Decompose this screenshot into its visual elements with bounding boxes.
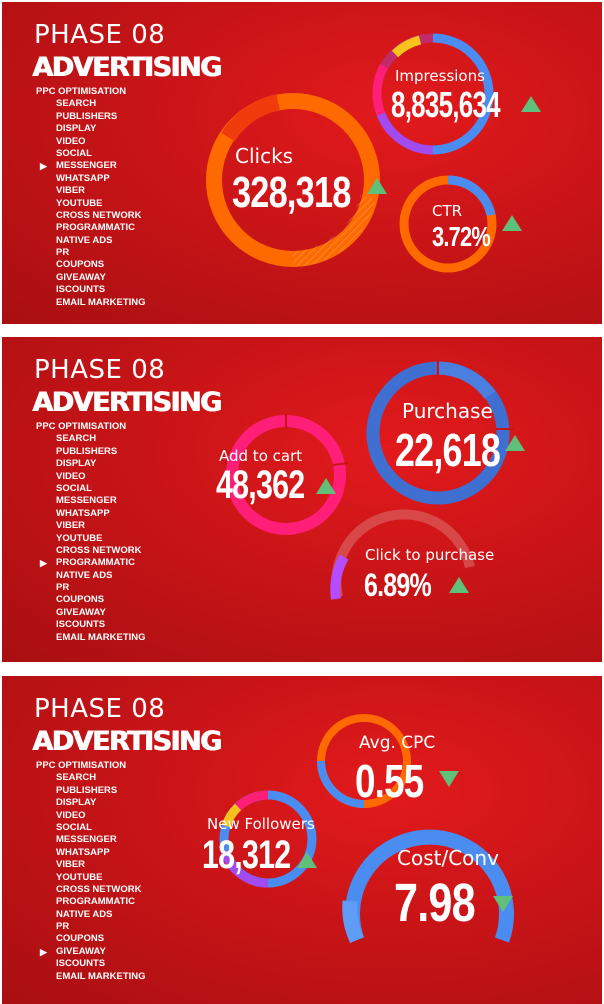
menu-item[interactable]: PR [36, 247, 146, 259]
menu-item[interactable]: EMAIL MARKETING [36, 971, 146, 983]
cost-conv-value: 7.98 [394, 873, 476, 933]
purchase-trend-up-icon [505, 435, 525, 451]
menu-item[interactable]: WHATSAPP [36, 508, 146, 520]
menu-item[interactable]: DISPLAY [36, 458, 146, 470]
ctr-label: CTR [432, 202, 463, 220]
avg-cpc-value: 0.55 [355, 755, 424, 807]
click-to-purchase-value: 6.89% [364, 567, 432, 603]
channel-menu: PPC OPTIMISATION SEARCH PUBLISHERS DISPL… [36, 760, 146, 983]
menu-item[interactable]: ISCOUNTS [36, 619, 146, 631]
menu-item[interactable]: VIBER [36, 185, 146, 197]
page-subtitle: ADVERTISING [32, 387, 222, 418]
menu-item[interactable]: EMAIL MARKETING [36, 297, 146, 309]
menu-item[interactable]: DISPLAY [36, 123, 146, 135]
menu-item[interactable]: PROGRAMMATIC [36, 896, 146, 908]
clicks-label: Clicks [235, 144, 294, 168]
menu-item[interactable]: GIVEAWAY [36, 272, 146, 284]
menu-item[interactable]: COUPONS [36, 594, 146, 606]
cost-conv-trend-down-icon [493, 896, 513, 912]
menu-item[interactable]: MESSENGER [36, 834, 146, 846]
menu-item[interactable]: VIBER [36, 520, 146, 532]
menu-item[interactable]: VIDEO [36, 136, 146, 148]
ctr-value: 3.72% [432, 221, 491, 252]
impressions-label: Impressions [395, 67, 485, 85]
menu-item[interactable]: NATIVE ADS [36, 235, 146, 247]
cost-conv-label: Cost/Conv [397, 846, 499, 870]
menu-item[interactable]: VIDEO [36, 471, 146, 483]
panel-2: PHASE 08 ADVERTISING PPC OPTIMISATION SE… [2, 337, 602, 662]
page-subtitle: ADVERTISING [32, 52, 222, 83]
page-title: PHASE 08 [34, 694, 166, 724]
menu-item[interactable]: ISCOUNTS [36, 958, 146, 970]
menu-item[interactable]: MESSENGER [36, 495, 146, 507]
menu-item[interactable]: CROSS NETWORK [36, 545, 146, 557]
purchase-value: 22,618 [395, 424, 501, 476]
menu-item[interactable]: ISCOUNTS [36, 284, 146, 296]
click-to-purchase-trend-up-icon [449, 577, 469, 593]
new-followers-trend-up-icon [297, 852, 317, 868]
avg-cpc-trend-down-icon [439, 771, 459, 787]
ctr-trend-up-icon [502, 215, 522, 231]
menu-item[interactable]: PUBLISHERS [36, 446, 146, 458]
menu-item[interactable]: DISPLAY [36, 797, 146, 809]
menu-item[interactable]: CROSS NETWORK [36, 884, 146, 896]
play-arrow-icon: ▶ [40, 946, 47, 957]
menu-item[interactable]: NATIVE ADS [36, 570, 146, 582]
menu-item[interactable]: VIDEO [36, 810, 146, 822]
menu-item[interactable]: SEARCH [36, 98, 146, 110]
menu-item[interactable]: PROGRAMMATIC [36, 222, 146, 234]
channel-menu: PPC OPTIMISATION SEARCH PUBLISHERS DISPL… [36, 421, 146, 644]
avg-cpc-label: Avg. CPC [359, 733, 436, 753]
menu-item[interactable]: NATIVE ADS [36, 909, 146, 921]
menu-item[interactable]: SEARCH [36, 772, 146, 784]
menu-item[interactable]: GIVEAWAY [36, 607, 146, 619]
menu-item[interactable]: COUPONS [36, 259, 146, 271]
menu-item[interactable]: SOCIAL [36, 148, 146, 160]
menu-item-selected[interactable]: ▶ MESSENGER [36, 160, 146, 172]
menu-item[interactable]: YOUTUBE [36, 198, 146, 210]
click-to-purchase-label: Click to purchase [365, 546, 495, 564]
menu-item[interactable]: SOCIAL [36, 483, 146, 495]
menu-item[interactable]: VIBER [36, 859, 146, 871]
menu-item[interactable]: PR [36, 582, 146, 594]
panel-3: PHASE 08 ADVERTISING PPC OPTIMISATION SE… [2, 676, 602, 1004]
impressions-trend-up-icon [521, 96, 541, 112]
menu-item[interactable]: PPC OPTIMISATION [36, 421, 146, 433]
add-to-cart-value: 48,362 [216, 463, 305, 507]
play-arrow-icon: ▶ [40, 558, 47, 569]
menu-item-selected[interactable]: ▶ GIVEAWAY [36, 946, 146, 958]
menu-item[interactable]: YOUTUBE [36, 533, 146, 545]
channel-menu: PPC OPTIMISATION SEARCH PUBLISHERS DISPL… [36, 86, 146, 309]
menu-item[interactable]: PPC OPTIMISATION [36, 86, 146, 98]
menu-item[interactable]: PR [36, 921, 146, 933]
menu-item[interactable]: SOCIAL [36, 822, 146, 834]
menu-item[interactable]: PPC OPTIMISATION [36, 760, 146, 772]
clicks-trend-up-icon [367, 178, 387, 194]
menu-item[interactable]: COUPONS [36, 933, 146, 945]
impressions-value: 8,835,634 [391, 84, 501, 125]
menu-item[interactable]: PUBLISHERS [36, 785, 146, 797]
page-subtitle: ADVERTISING [32, 726, 222, 757]
menu-item[interactable]: CROSS NETWORK [36, 210, 146, 222]
new-followers-label: New Followers [207, 815, 315, 833]
play-arrow-icon: ▶ [40, 161, 47, 172]
page-title: PHASE 08 [34, 20, 166, 50]
menu-item-selected[interactable]: ▶ PROGRAMMATIC [36, 557, 146, 569]
menu-item[interactable]: PUBLISHERS [36, 111, 146, 123]
page-title: PHASE 08 [34, 355, 166, 385]
purchase-label: Purchase [402, 399, 493, 423]
panel-1: PHASE 08 ADVERTISING PPC OPTIMISATION SE… [2, 2, 602, 324]
menu-item[interactable]: WHATSAPP [36, 173, 146, 185]
menu-item[interactable]: YOUTUBE [36, 872, 146, 884]
menu-item[interactable]: WHATSAPP [36, 847, 146, 859]
clicks-value: 328,318 [232, 168, 351, 217]
menu-item[interactable]: SEARCH [36, 433, 146, 445]
menu-item[interactable]: EMAIL MARKETING [36, 632, 146, 644]
new-followers-value: 18,312 [202, 833, 291, 877]
add-to-cart-trend-up-icon [316, 478, 336, 494]
